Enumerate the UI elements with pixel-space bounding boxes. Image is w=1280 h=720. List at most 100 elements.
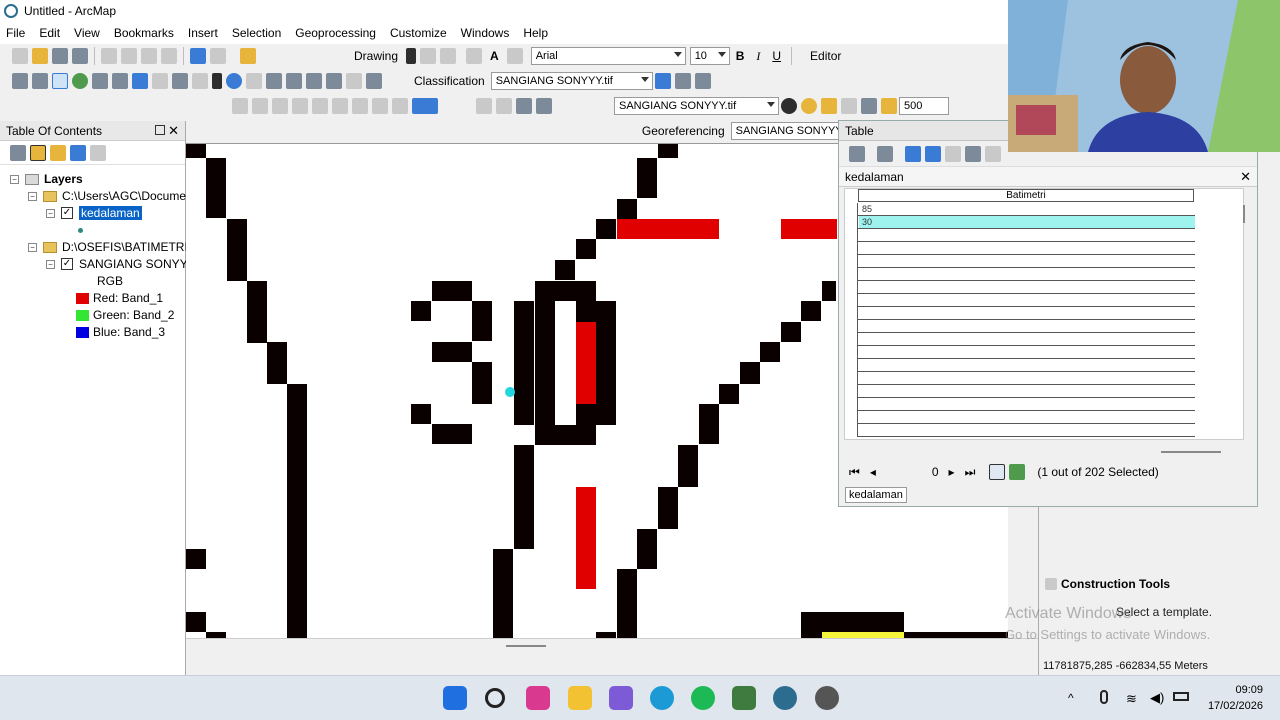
selected-point-marker[interactable] — [505, 387, 515, 397]
paste-icon[interactable] — [141, 48, 157, 64]
collapse-icon[interactable]: − — [46, 259, 55, 269]
flicker-icon[interactable] — [861, 98, 877, 114]
options-icon[interactable] — [90, 144, 106, 161]
italic-button[interactable]: I — [756, 49, 760, 64]
georeferencing-menu[interactable]: Georeferencing — [642, 124, 725, 138]
table-tab-kedalaman[interactable]: kedalaman — [845, 487, 907, 503]
select-features-icon[interactable] — [172, 73, 188, 89]
row-selector[interactable] — [845, 203, 858, 216]
list-by-drawing-order-icon[interactable] — [10, 144, 26, 161]
select-elements-icon[interactable] — [406, 48, 417, 64]
fixed-zoom-out-icon[interactable] — [112, 73, 128, 89]
first-record-icon[interactable]: ⏮ — [849, 465, 860, 480]
menu-bookmarks[interactable]: Bookmarks — [114, 26, 174, 40]
find-icon[interactable] — [306, 73, 322, 89]
menu-help[interactable]: Help — [523, 26, 548, 40]
collapse-icon[interactable]: − — [28, 242, 37, 252]
georef-layer-select[interactable]: SANGIANG SONYYY. — [730, 122, 840, 140]
battery-icon[interactable] — [1173, 692, 1189, 701]
signature-icon[interactable] — [674, 73, 691, 89]
row-selector[interactable] — [845, 385, 858, 398]
editor-menu[interactable]: Editor — [810, 49, 841, 63]
system-clock[interactable]: 09:09 17/02/2026 — [1203, 684, 1263, 720]
row-selector[interactable] — [845, 216, 858, 229]
full-extent-icon[interactable] — [72, 73, 88, 89]
hyperlink-icon[interactable] — [246, 73, 262, 89]
table-row[interactable] — [845, 424, 1195, 437]
scroll-grip[interactable] — [506, 645, 546, 647]
table-row[interactable] — [845, 398, 1195, 411]
drawing-menu[interactable]: Drawing — [354, 49, 398, 63]
table-row[interactable] — [845, 307, 1195, 320]
table-row[interactable] — [845, 294, 1195, 307]
color-swatch-icon[interactable] — [412, 98, 438, 114]
zoom-out-icon[interactable] — [32, 73, 48, 89]
tree-row-group1[interactable]: − C:\Users\AGC\Documer — [28, 188, 190, 204]
row-selector[interactable] — [845, 411, 858, 424]
contrast-icon[interactable] — [781, 98, 797, 114]
table-options-icon[interactable] — [849, 145, 865, 162]
list-by-source-icon[interactable] — [30, 144, 46, 161]
row-selector[interactable] — [845, 372, 858, 385]
menu-customize[interactable]: Customize — [390, 26, 447, 40]
route-icon[interactable] — [326, 73, 342, 89]
previous-record-icon[interactable]: ◂ — [870, 465, 876, 479]
time-slider-icon[interactable] — [346, 73, 362, 89]
tray-chevron-icon[interactable]: ^ — [1068, 691, 1074, 705]
screen-recorder-icon[interactable] — [815, 686, 839, 710]
row-selector[interactable] — [845, 398, 858, 411]
table-row[interactable] — [845, 229, 1195, 242]
select-by-attributes-icon[interactable] — [905, 145, 921, 162]
text-tool-icon[interactable]: A — [490, 49, 499, 63]
autohide-pin-icon[interactable] — [155, 125, 165, 135]
row-selector[interactable] — [845, 268, 858, 281]
collapse-icon[interactable]: − — [10, 174, 19, 184]
search-icon[interactable] — [485, 688, 505, 708]
table-row-selected[interactable]: 30 — [845, 216, 1195, 229]
list-by-selection-icon[interactable] — [70, 144, 86, 161]
underline-button[interactable]: U — [772, 49, 781, 63]
table-row[interactable] — [845, 333, 1195, 346]
font-name-select[interactable]: Arial — [530, 47, 686, 65]
scale-input[interactable]: 500 — [899, 97, 949, 115]
start-menu-icon[interactable] — [443, 686, 467, 710]
line-tool-icon[interactable] — [506, 48, 523, 64]
menu-insert[interactable]: Insert — [188, 26, 218, 40]
table-row[interactable] — [845, 255, 1195, 268]
identify-icon[interactable] — [226, 73, 242, 89]
rotate-icon[interactable] — [420, 48, 437, 64]
menu-file[interactable]: File — [6, 26, 25, 40]
bold-button[interactable]: B — [736, 49, 745, 63]
table-row[interactable] — [845, 242, 1195, 255]
pan-icon[interactable] — [52, 73, 68, 89]
row-selector[interactable] — [845, 294, 858, 307]
attribute-grid[interactable]: Batimetri 85 30 — [844, 188, 1245, 453]
show-all-records-icon[interactable] — [989, 464, 1006, 480]
collapse-icon[interactable]: − — [46, 208, 55, 218]
horizontal-scroll-thumb[interactable] — [1161, 451, 1221, 453]
delete-selected-icon[interactable] — [985, 145, 1001, 162]
row-selector[interactable] — [845, 242, 858, 255]
row-selector[interactable] — [845, 281, 858, 294]
transparency-icon[interactable] — [821, 98, 837, 114]
back-extent-icon[interactable] — [132, 73, 148, 89]
table-row[interactable] — [845, 411, 1195, 424]
menu-windows[interactable]: Windows — [461, 26, 510, 40]
layer-visibility-checkbox[interactable]: ✓ — [61, 258, 73, 270]
volume-icon[interactable]: ◀) — [1150, 690, 1164, 706]
edge-icon[interactable] — [650, 686, 674, 710]
classification-menu[interactable]: Classification — [414, 74, 485, 88]
zoom-to-selected-icon[interactable] — [440, 48, 457, 64]
table-row[interactable] — [845, 346, 1195, 359]
print-icon[interactable] — [72, 48, 88, 64]
table-tool-icon[interactable] — [516, 98, 532, 114]
save-icon[interactable] — [52, 48, 68, 64]
redo-icon[interactable] — [210, 48, 226, 64]
row-selector[interactable] — [845, 307, 858, 320]
cut-icon[interactable] — [101, 48, 117, 64]
table-row[interactable] — [845, 359, 1195, 372]
row-selector[interactable] — [845, 424, 858, 437]
arcmap-icon[interactable] — [773, 686, 797, 710]
collapse-icon[interactable]: − — [28, 191, 37, 201]
row-selector[interactable] — [845, 229, 858, 242]
